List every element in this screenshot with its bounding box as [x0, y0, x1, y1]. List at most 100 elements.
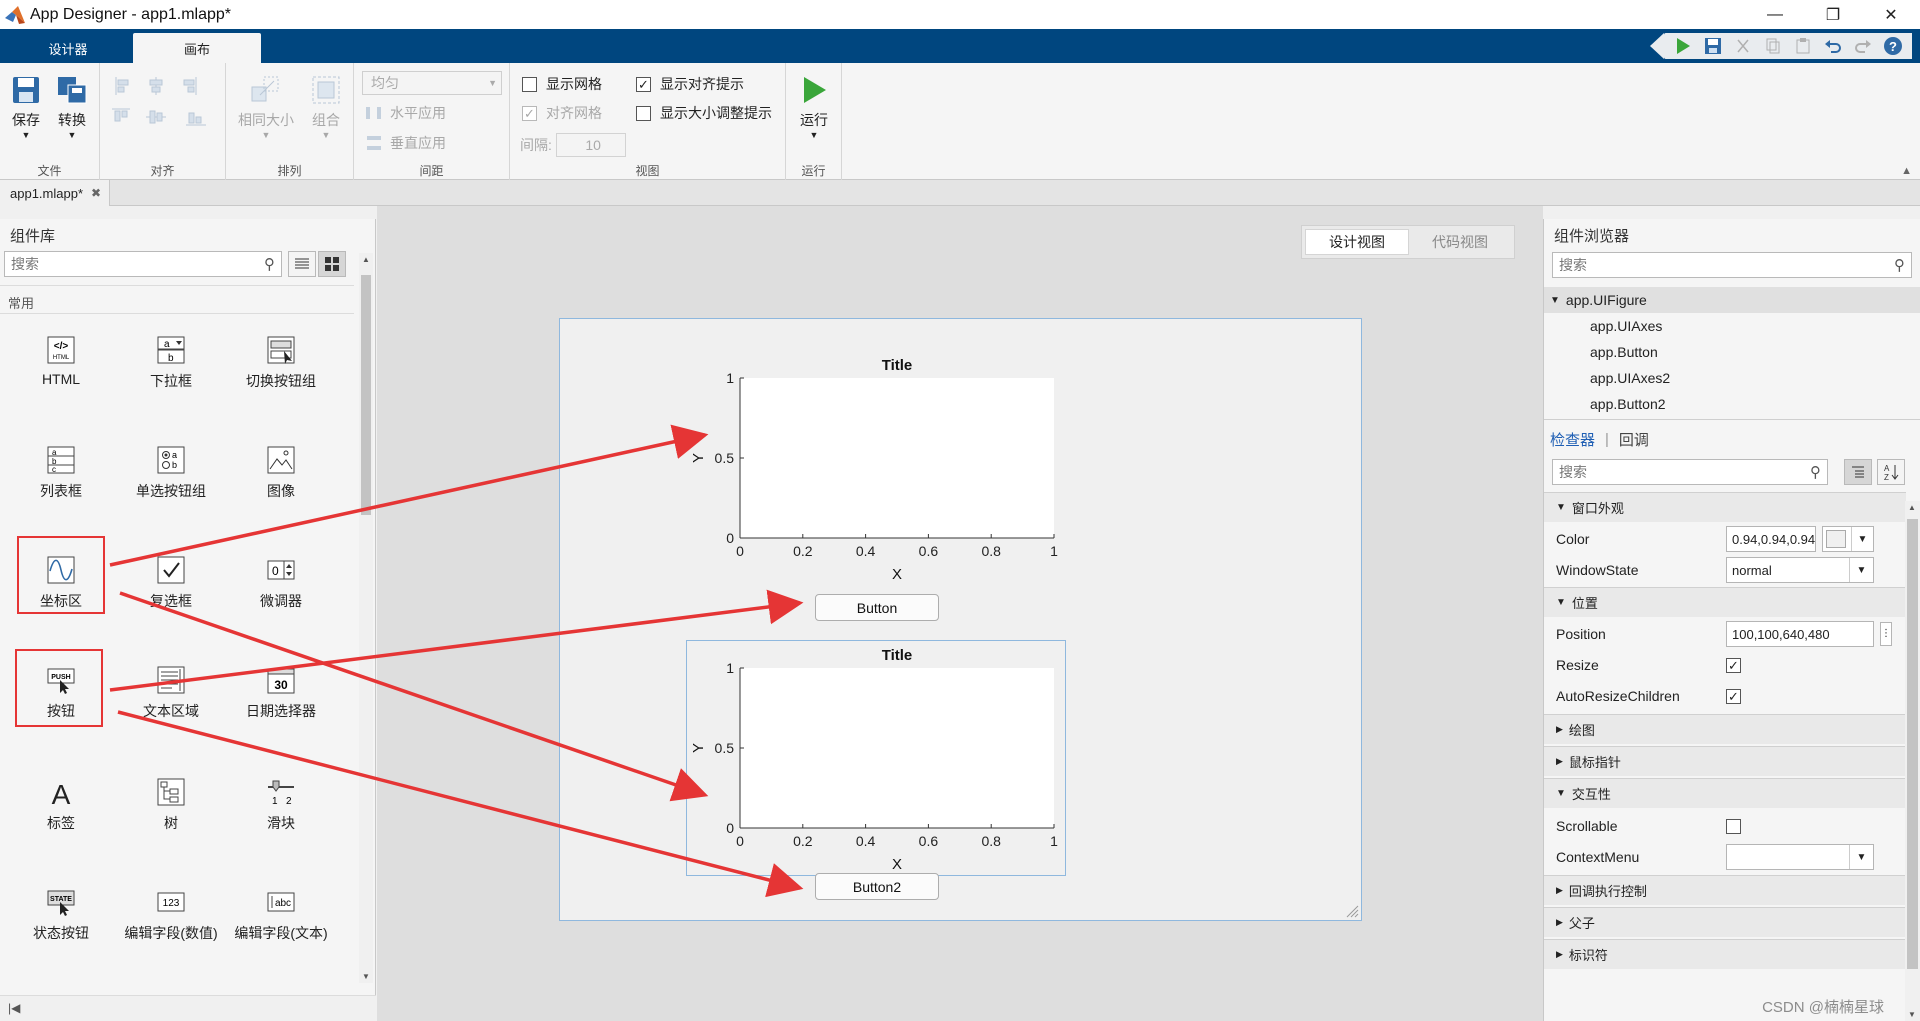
text-area-icon — [154, 663, 188, 697]
tree-item-uiaxes2[interactable]: app.UIAxes2 — [1544, 365, 1920, 391]
run-button[interactable]: 运行 ▼ — [794, 75, 834, 140]
show-align-hints-checkbox[interactable]: ✓ 显示对齐提示 — [636, 74, 744, 94]
library-search-input[interactable]: 搜索 ⚲ — [4, 251, 282, 277]
copy-icon[interactable] — [1758, 34, 1788, 58]
tree-item-uiaxes[interactable]: app.UIAxes — [1544, 313, 1920, 339]
run-quick-icon[interactable] — [1668, 34, 1698, 58]
paste-icon[interactable] — [1788, 34, 1818, 58]
section-identifiers[interactable]: ▶ 标识符 — [1544, 939, 1906, 969]
svg-text:?: ? — [1889, 39, 1897, 54]
section-interactivity[interactable]: ▼ 交互性 — [1544, 778, 1906, 808]
help-icon[interactable]: ? — [1878, 34, 1908, 58]
library-scrollbar[interactable]: ▲ ▼ — [359, 253, 373, 983]
align-icons — [112, 77, 206, 126]
section-parent-child[interactable]: ▶ 父子 — [1544, 907, 1906, 937]
resize-checkbox[interactable]: ✓ — [1726, 657, 1741, 673]
comp-date-picker[interactable]: 30 日期选择器 — [226, 663, 336, 721]
close-icon[interactable]: ✕ — [1862, 0, 1920, 29]
snap-grid-checkbox[interactable]: ✓ 对齐网格 — [522, 103, 602, 123]
section-callback-exec[interactable]: ▶ 回调执行控制 — [1544, 875, 1906, 905]
interval-spinner[interactable]: 10 — [555, 133, 626, 157]
cut-icon[interactable] — [1728, 34, 1758, 58]
show-grid-checkbox[interactable]: 显示网格 — [522, 74, 602, 94]
browser-search-input[interactable]: 搜索 ⚲ — [1552, 252, 1912, 278]
group-view-icon[interactable] — [1844, 459, 1872, 485]
comp-state-button[interactable]: STATE 状态按钮 — [6, 885, 116, 943]
inspector-search-input[interactable]: 搜索 ⚲ — [1552, 459, 1828, 485]
convert-button[interactable]: 转换 ▼ — [52, 75, 92, 140]
tab-designer[interactable]: 设计器 — [20, 33, 116, 63]
inspector-scrollbar[interactable]: ▲ ▼ — [1905, 501, 1920, 1021]
resize-grip-icon[interactable] — [1345, 904, 1359, 918]
canvas-button-1[interactable]: Button — [815, 594, 939, 621]
color-picker[interactable]: ▼ — [1822, 526, 1874, 552]
position-more-icon[interactable]: ⋮ — [1880, 622, 1892, 646]
autoresize-checkbox[interactable]: ✓ — [1726, 688, 1741, 704]
arrange-group: 相同大小 ▼ 组合 ▼ 排列 — [226, 63, 354, 180]
collapse-toolstrip-icon[interactable]: ▲ — [1901, 165, 1912, 177]
comp-tree[interactable]: 树 — [116, 775, 226, 833]
section-appearance[interactable]: ▼ 窗口外观 — [1544, 492, 1906, 522]
svg-text:0: 0 — [272, 564, 279, 578]
vertical-apply-button[interactable]: 垂直应用 — [364, 133, 446, 153]
section-plotting[interactable]: ▶ 绘图 — [1544, 714, 1906, 744]
comp-listbox[interactable]: abc 列表框 — [6, 443, 116, 501]
tab-inspector[interactable]: 检查器 — [1550, 429, 1595, 450]
restore-icon[interactable]: ❐ — [1804, 0, 1862, 29]
y-tick-label: 1 — [726, 370, 734, 386]
spacing-dropdown[interactable]: 均匀 ▼ — [362, 71, 502, 95]
spacing-group: 均匀 ▼ 水平应用 垂直应用 间距 — [354, 63, 510, 180]
horizontal-apply-button[interactable]: 水平应用 — [364, 103, 446, 123]
comp-toggle-group[interactable]: 切换按钮组 — [226, 333, 336, 391]
tree-item-button[interactable]: app.Button — [1544, 339, 1920, 365]
minimize-icon[interactable]: — — [1746, 0, 1804, 29]
comp-checkbox[interactable]: 复选框 — [116, 553, 226, 611]
document-tab[interactable]: app1.mlapp* ✖ — [0, 180, 110, 206]
chevron-down-icon: ▼ — [1849, 558, 1873, 582]
list-view-icon[interactable] — [288, 251, 316, 277]
library-collapse-bar[interactable]: |◀ — [0, 995, 376, 1021]
ui-axes-1[interactable]: Title 0 0.2 0.4 0.6 0.8 1 0 0.5 1 X Y — [682, 352, 1060, 588]
save-quick-icon[interactable] — [1698, 34, 1728, 58]
tree-item-button2[interactable]: app.Button2 — [1544, 391, 1920, 417]
comp-text-area[interactable]: 文本区域 — [116, 663, 226, 721]
comp-text-field[interactable]: abc 编辑字段(文本) — [226, 885, 336, 943]
comp-radio-group[interactable]: ab 单选按钮组 — [116, 443, 226, 501]
tab-callbacks[interactable]: 回调 — [1619, 429, 1649, 450]
group-button[interactable]: 组合 ▼ — [304, 75, 348, 140]
position-value-field[interactable]: 100,100,640,480 — [1726, 621, 1874, 647]
comp-image[interactable]: 图像 — [226, 443, 336, 501]
x-tick-label: 0.4 — [856, 833, 876, 849]
comp-label[interactable]: A 标签 — [6, 775, 116, 833]
window-title: App Designer - app1.mlapp* — [30, 5, 232, 23]
component-library: 组件库 搜索 ⚲ 常用 </> HTML HTML ab 下拉框 切换按钮组 ab… — [0, 219, 376, 1021]
close-tab-icon[interactable]: ✖ — [91, 186, 101, 200]
show-resize-hints-checkbox[interactable]: 显示大小调整提示 — [636, 103, 772, 123]
redo-icon[interactable] — [1848, 34, 1878, 58]
windowstate-dropdown[interactable]: normal ▼ — [1726, 557, 1874, 583]
save-button[interactable]: 保存 ▼ — [6, 75, 46, 140]
tab-design-view[interactable]: 设计视图 — [1305, 229, 1409, 255]
align-group: 对齐 — [100, 63, 226, 180]
comp-html[interactable]: </> HTML HTML — [6, 333, 116, 387]
section-position[interactable]: ▼ 位置 — [1544, 587, 1906, 617]
contextmenu-dropdown[interactable]: ▼ — [1726, 844, 1874, 870]
tree-icon — [154, 775, 188, 809]
ui-axes-2[interactable]: Title 0 0.2 0.4 0.6 0.8 1 0 0.5 1 X Y — [682, 642, 1060, 878]
canvas-button-2[interactable]: Button2 — [815, 873, 939, 900]
tab-canvas[interactable]: 画布 — [133, 33, 261, 63]
comp-dropdown[interactable]: ab 下拉框 — [116, 333, 226, 391]
spinner-icon: 0 — [264, 553, 298, 587]
tree-item-uifigure[interactable]: ▼ app.UIFigure — [1544, 287, 1920, 313]
tab-code-view[interactable]: 代码视图 — [1409, 229, 1511, 255]
sort-az-icon[interactable]: AZ — [1877, 459, 1905, 485]
same-size-button[interactable]: 相同大小 ▼ — [234, 75, 298, 140]
scrollable-checkbox[interactable] — [1726, 818, 1741, 834]
section-pointer[interactable]: ▶ 鼠标指针 — [1544, 746, 1906, 776]
color-value-field[interactable]: 0.94,0.94,0.94 — [1726, 526, 1816, 552]
grid-view-icon[interactable] — [318, 251, 346, 277]
comp-numeric-field[interactable]: 123 编辑字段(数值) — [116, 885, 226, 943]
comp-spinner[interactable]: 0 微调器 — [226, 553, 336, 611]
comp-slider[interactable]: 12 滑块 — [226, 775, 336, 833]
undo-icon[interactable] — [1818, 34, 1848, 58]
